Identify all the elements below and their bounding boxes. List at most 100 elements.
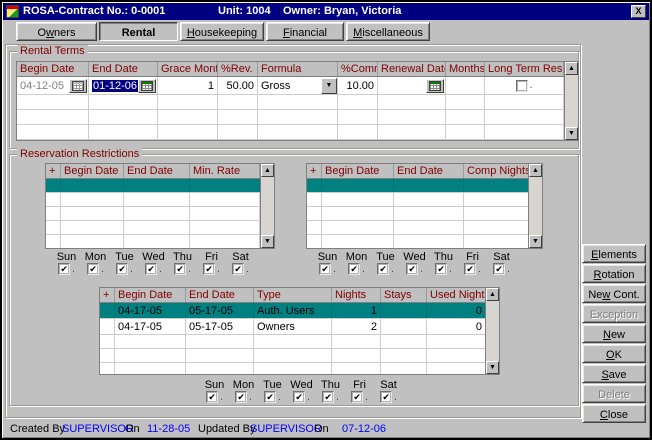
begin-date-cell[interactable]: 04-17-05 <box>115 319 186 334</box>
ok-button[interactable]: OK <box>582 344 646 363</box>
empty-row[interactable] <box>307 235 528 248</box>
elements-button[interactable]: Elements <box>582 244 646 263</box>
day-fri[interactable]: Fri✔. <box>458 251 487 275</box>
checkbox-checked-icon[interactable]: ✔ <box>351 391 363 403</box>
day-wed[interactable]: Wed✔. <box>139 251 168 275</box>
rental-terms-row[interactable]: 04-12-05 01-12-06 1 50.00 Gross▼ 10.00 . <box>17 77 564 95</box>
day-tue[interactable]: Tue✔. <box>258 379 287 403</box>
tab-financial[interactable]: Financial <box>266 22 344 41</box>
empty-row[interactable] <box>46 221 260 235</box>
day-mon[interactable]: Mon✔. <box>81 251 110 275</box>
checkbox-checked-icon[interactable]: ✔ <box>145 263 157 275</box>
scroll-track[interactable] <box>565 75 578 127</box>
day-fri[interactable]: Fri✔. <box>345 379 374 403</box>
used-nights-cell[interactable]: 0 <box>427 303 485 318</box>
type-cell[interactable]: Owners <box>254 319 332 334</box>
empty-row[interactable] <box>100 335 485 349</box>
scroll-down-icon[interactable]: ▼ <box>486 361 499 374</box>
scroll-up-icon[interactable]: ▲ <box>565 62 578 75</box>
tab-rental[interactable]: Rental <box>99 22 178 41</box>
day-thu[interactable]: Thu✔. <box>168 251 197 275</box>
nights-cell[interactable]: 2 <box>332 319 381 334</box>
day-wed[interactable]: Wed✔. <box>400 251 429 275</box>
day-sun[interactable]: Sun✔. <box>200 379 229 403</box>
empty-row[interactable] <box>17 125 564 140</box>
vertical-scrollbar[interactable]: ▲▼ <box>260 164 274 248</box>
empty-row[interactable] <box>46 193 260 207</box>
close-button[interactable]: Close <box>582 404 646 423</box>
checkbox-checked-icon[interactable]: ✔ <box>435 263 447 275</box>
empty-row[interactable] <box>17 95 564 110</box>
scroll-track[interactable] <box>529 177 542 235</box>
formula-cell[interactable]: Gross▼ <box>258 77 338 94</box>
nights-cell[interactable]: 1 <box>332 303 381 318</box>
empty-row[interactable] <box>307 207 528 221</box>
empty-row[interactable] <box>17 110 564 125</box>
begin-date-cell[interactable]: 04-17-05 <box>115 303 186 318</box>
pct-rev-cell[interactable]: 50.00 <box>218 77 258 94</box>
day-thu[interactable]: Thu✔. <box>316 379 345 403</box>
checkbox-checked-icon[interactable]: ✔ <box>174 263 186 275</box>
type-cell[interactable]: Auth. Users <box>254 303 332 318</box>
scroll-up-icon[interactable]: ▲ <box>261 164 274 177</box>
empty-row[interactable] <box>100 349 485 363</box>
day-wed[interactable]: Wed✔. <box>287 379 316 403</box>
tab-miscellaneous[interactable]: Miscellaneous <box>346 22 430 41</box>
stays-cell[interactable] <box>381 319 427 334</box>
checkbox-checked-icon[interactable]: ✔ <box>87 263 99 275</box>
checkbox-checked-icon[interactable]: ✔ <box>380 391 392 403</box>
end-date-cell[interactable]: 05-17-05 <box>186 319 254 334</box>
save-button[interactable]: Save <box>582 364 646 383</box>
checkbox-checked-icon[interactable]: ✔ <box>319 263 331 275</box>
end-date-cell[interactable]: 05-17-05 <box>186 303 254 318</box>
day-tue[interactable]: Tue✔. <box>110 251 139 275</box>
stays-cell[interactable] <box>381 303 427 318</box>
empty-row[interactable] <box>100 363 485 374</box>
close-icon[interactable]: X <box>631 5 646 18</box>
checkbox-checked-icon[interactable]: ✔ <box>58 263 70 275</box>
calendar-button[interactable] <box>426 79 444 93</box>
scroll-track[interactable] <box>486 301 499 361</box>
day-mon[interactable]: Mon✔. <box>342 251 371 275</box>
checkbox-checked-icon[interactable]: ✔ <box>377 263 389 275</box>
vertical-scrollbar[interactable]: ▲▼ <box>528 164 542 248</box>
day-sat[interactable]: Sat✔. <box>374 379 403 403</box>
scroll-down-icon[interactable]: ▼ <box>565 127 578 140</box>
table-row[interactable]: 04-17-05 05-17-05 Owners 2 0 <box>100 319 485 335</box>
day-sun[interactable]: Sun✔. <box>52 251 81 275</box>
scroll-down-icon[interactable]: ▼ <box>261 235 274 248</box>
table-row-selected[interactable]: 04-17-05 05-17-05 Auth. Users 1 0 <box>100 303 485 319</box>
day-sun[interactable]: Sun✔. <box>313 251 342 275</box>
renewal-date-cell[interactable] <box>378 77 446 94</box>
tab-owners[interactable]: Owners <box>16 22 97 41</box>
empty-row[interactable] <box>46 207 260 221</box>
used-nights-cell[interactable]: 0 <box>427 319 485 334</box>
checkbox-checked-icon[interactable]: ✔ <box>293 391 305 403</box>
checkbox-checked-icon[interactable]: ✔ <box>203 263 215 275</box>
checkbox-checked-icon[interactable]: ✔ <box>235 391 247 403</box>
day-tue[interactable]: Tue✔. <box>371 251 400 275</box>
empty-row[interactable] <box>46 235 260 248</box>
checkbox-checked-icon[interactable]: ✔ <box>464 263 476 275</box>
scroll-down-icon[interactable]: ▼ <box>529 235 542 248</box>
checkbox-checked-icon[interactable]: ✔ <box>322 391 334 403</box>
selected-empty-row[interactable] <box>46 179 260 193</box>
checkbox-checked-icon[interactable]: ✔ <box>406 263 418 275</box>
long-term-res-cell[interactable]: . <box>485 77 564 94</box>
checkbox-checked-icon[interactable]: ✔ <box>264 391 276 403</box>
checkbox-checked-icon[interactable]: ✔ <box>116 263 128 275</box>
checkbox-checked-icon[interactable]: ✔ <box>232 263 244 275</box>
calendar-button[interactable] <box>69 79 87 93</box>
vertical-scrollbar[interactable]: ▲▼ <box>564 62 578 140</box>
tab-housekeeping[interactable]: Housekeeping <box>180 22 264 41</box>
scroll-up-icon[interactable]: ▲ <box>529 164 542 177</box>
empty-row[interactable] <box>307 193 528 207</box>
checkbox-checked-icon[interactable]: ✔ <box>348 263 360 275</box>
grace-months-cell[interactable]: 1 <box>158 77 218 94</box>
rotation-button[interactable]: Rotation <box>582 264 646 283</box>
dropdown-icon[interactable]: ▼ <box>321 78 337 94</box>
day-fri[interactable]: Fri✔. <box>197 251 226 275</box>
begin-date-cell[interactable]: 04-12-05 <box>17 77 89 94</box>
day-sat[interactable]: Sat✔. <box>226 251 255 275</box>
day-mon[interactable]: Mon✔. <box>229 379 258 403</box>
